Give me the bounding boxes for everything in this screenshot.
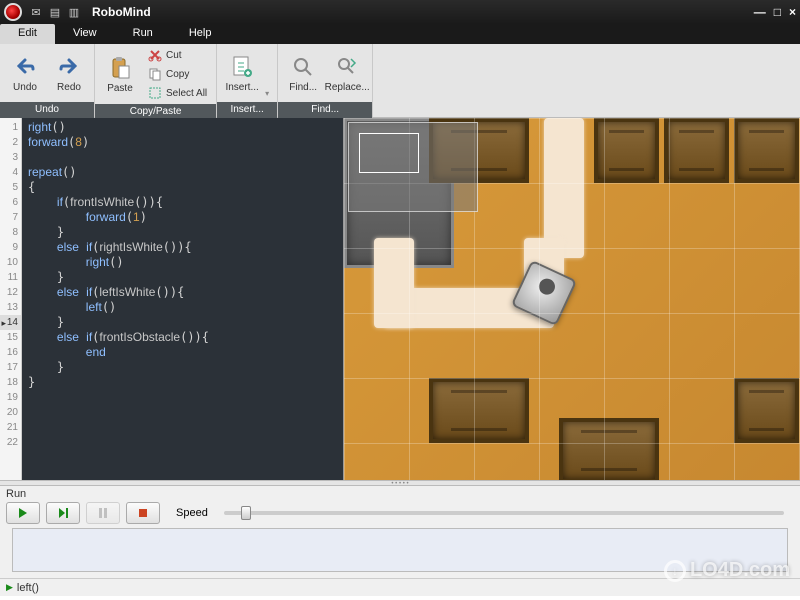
menu-view[interactable]: View xyxy=(55,24,115,44)
ribbon: Undo Redo Undo Paste Cut Copy xyxy=(0,44,800,118)
find-button[interactable]: Find... xyxy=(282,46,324,100)
menu-edit[interactable]: Edit xyxy=(0,24,55,44)
slider-thumb[interactable] xyxy=(241,506,251,520)
select-all-button[interactable]: Select All xyxy=(143,84,212,102)
code-area[interactable]: right() forward(8) repeat() { if(frontIs… xyxy=(22,118,343,480)
insert-button[interactable]: Insert... xyxy=(221,46,263,100)
insert-icon xyxy=(229,54,255,80)
ribbon-group-undo: Undo Redo Undo xyxy=(0,44,95,117)
redo-button[interactable]: Redo xyxy=(48,46,90,100)
paste-label: Paste xyxy=(107,83,133,94)
status-text: left() xyxy=(17,582,39,594)
replace-label: Replace... xyxy=(325,82,370,93)
minimap-viewport xyxy=(359,133,419,173)
replace-icon xyxy=(334,54,360,80)
select-all-icon xyxy=(148,86,162,100)
status-bar: ▶ left() xyxy=(0,578,800,596)
run-label: Run xyxy=(6,488,794,500)
replace-button[interactable]: Replace... xyxy=(326,46,368,100)
doc-icon[interactable]: ▤ xyxy=(47,4,63,20)
paste-button[interactable]: Paste xyxy=(99,47,141,101)
menubar: Edit View Run Help xyxy=(0,24,800,44)
find-icon xyxy=(290,54,316,80)
titlebar-quick-icons: ✉ ▤ ▥ xyxy=(28,4,82,20)
group-label-undo: Undo xyxy=(0,102,94,118)
folder-icon[interactable]: ▥ xyxy=(66,4,82,20)
ribbon-group-insert: Insert... ▾ Insert... xyxy=(217,44,278,117)
run-panel: Run Speed xyxy=(0,486,800,578)
mail-icon[interactable]: ✉ xyxy=(28,4,44,20)
maximize-button[interactable]: □ xyxy=(774,5,781,19)
group-label-find: Find... xyxy=(278,102,372,118)
menu-run[interactable]: Run xyxy=(115,24,171,44)
output-area[interactable] xyxy=(12,528,788,572)
play-button[interactable] xyxy=(6,502,40,524)
pause-button[interactable] xyxy=(86,502,120,524)
insert-dropdown-icon[interactable]: ▾ xyxy=(265,89,273,100)
workspace: 12345678910111213▸141516171819202122 rig… xyxy=(0,118,800,480)
status-play-icon: ▶ xyxy=(6,582,13,593)
world-view[interactable] xyxy=(344,118,800,480)
minimize-button[interactable]: — xyxy=(754,5,766,19)
select-all-label: Select All xyxy=(166,88,207,99)
copy-label: Copy xyxy=(166,69,189,80)
titlebar: ✉ ▤ ▥ RoboMind — □ × xyxy=(0,0,800,24)
cut-label: Cut xyxy=(166,50,182,61)
undo-button[interactable]: Undo xyxy=(4,46,46,100)
undo-label: Undo xyxy=(13,82,37,93)
minimap[interactable] xyxy=(348,122,478,212)
copy-button[interactable]: Copy xyxy=(143,65,212,83)
close-button[interactable]: × xyxy=(789,5,796,19)
line-gutter: 12345678910111213▸141516171819202122 xyxy=(0,118,22,480)
step-button[interactable] xyxy=(46,502,80,524)
insert-label: Insert... xyxy=(225,82,258,93)
cut-button[interactable]: Cut xyxy=(143,46,212,64)
redo-icon xyxy=(56,54,82,80)
speed-slider[interactable] xyxy=(224,511,784,515)
app-title: RoboMind xyxy=(92,5,151,19)
stop-button[interactable] xyxy=(126,502,160,524)
find-label: Find... xyxy=(289,82,317,93)
ribbon-group-find: Find... Replace... Find... xyxy=(278,44,373,117)
code-editor[interactable]: 12345678910111213▸141516171819202122 rig… xyxy=(0,118,344,480)
app-logo-icon xyxy=(4,3,22,21)
paste-icon xyxy=(107,55,133,81)
menu-help[interactable]: Help xyxy=(171,24,230,44)
cut-icon xyxy=(148,48,162,62)
run-controls: Speed xyxy=(6,502,794,524)
speed-label: Speed xyxy=(176,507,208,519)
redo-label: Redo xyxy=(57,82,81,93)
copy-icon xyxy=(148,67,162,81)
group-label-insert: Insert... xyxy=(217,102,277,118)
undo-icon xyxy=(12,54,38,80)
ribbon-group-copypaste: Paste Cut Copy Select All Copy/Paste xyxy=(95,44,217,117)
